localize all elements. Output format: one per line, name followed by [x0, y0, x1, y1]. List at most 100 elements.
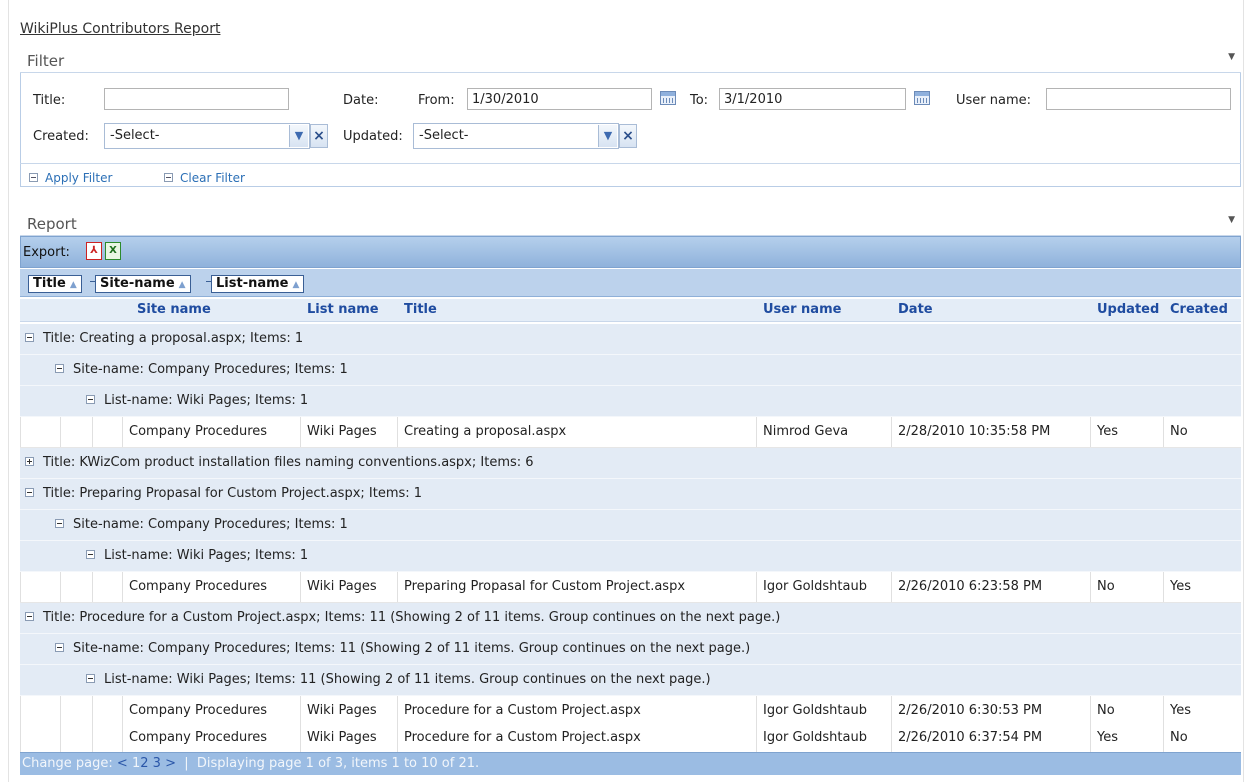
excel-export-icon[interactable]: X [105, 242, 121, 260]
date-filter-label: Date: [343, 93, 379, 108]
table-header-row: Site name List name Title User name Date… [20, 299, 1241, 322]
title-filter-input[interactable] [104, 88, 289, 110]
indent-cell [92, 723, 93, 753]
collapse-icon[interactable] [25, 333, 34, 342]
clear-updated-icon[interactable]: × [619, 124, 637, 148]
cell-user-name: Igor Goldshtaub [756, 723, 867, 753]
col-header-user-name[interactable]: User name [763, 302, 841, 317]
group-row-title: Title: Procedure for a Custom Project.as… [20, 603, 1241, 634]
cell-list-name: Wiki Pages [300, 417, 377, 447]
report-collapse-arrow-icon[interactable]: ▼ [1228, 215, 1235, 225]
pdf-export-icon[interactable]: ⅄ [86, 242, 102, 260]
page-link-1[interactable]: 1 [132, 756, 140, 771]
table-row[interactable]: Company Procedures Wiki Pages Preparing … [20, 572, 1241, 603]
cell-updated: Yes [1090, 723, 1118, 753]
filter-section-header[interactable]: Filter ▼ [20, 50, 1241, 73]
created-select[interactable]: -Select- ▼ [104, 123, 310, 149]
prev-page-link[interactable]: < [117, 756, 128, 771]
group-label: Title: KWizCom product installation file… [43, 455, 534, 470]
group-tag-label: List-name [216, 276, 289, 291]
col-header-list-name[interactable]: List name [307, 302, 379, 317]
sort-asc-icon[interactable]: ▲ [70, 280, 77, 290]
table-row[interactable]: Company Procedures Wiki Pages Procedure … [20, 723, 1241, 754]
col-header-site-name[interactable]: Site name [137, 302, 211, 317]
expand-box-icon [29, 173, 38, 182]
pager-separator: | [184, 756, 189, 771]
page-link-2[interactable]: 2 [140, 756, 148, 771]
collapse-icon[interactable] [86, 550, 95, 559]
group-label: List-name: Wiki Pages; Items: 11 (Showin… [104, 672, 711, 687]
group-row-list-name: List-name: Wiki Pages; Items: 11 (Showin… [20, 665, 1241, 696]
group-row-site-name: Site-name: Company Procedures; Items: 1 [20, 510, 1241, 541]
cell-created: Yes [1163, 696, 1191, 726]
cell-user-name: Igor Goldshtaub [756, 696, 867, 726]
indent-cell [20, 723, 21, 753]
sort-asc-icon[interactable]: ▲ [292, 280, 299, 290]
from-date-label: From: [418, 93, 455, 108]
collapse-icon[interactable] [86, 674, 95, 683]
group-label: Title: Procedure for a Custom Project.as… [43, 610, 781, 625]
pager-status: Displaying page 1 of 3, items 1 to 10 of… [196, 756, 480, 771]
group-tag-label: Site-name [100, 276, 175, 291]
cell-updated: Yes [1090, 417, 1118, 447]
collapse-icon[interactable] [25, 488, 34, 497]
group-tag-list-name[interactable]: List-name ▲ [211, 275, 305, 293]
cell-created: No [1163, 417, 1188, 447]
group-label: List-name: Wiki Pages; Items: 1 [104, 548, 309, 563]
page-link-3[interactable]: 3 [153, 756, 161, 771]
report-title-link[interactable]: WikiPlus Contributors Report [20, 21, 220, 37]
col-header-created[interactable]: Created [1170, 302, 1228, 317]
indent-cell [60, 723, 61, 753]
report-section-header[interactable]: Report ▼ [20, 213, 1241, 236]
collapse-icon[interactable] [55, 364, 64, 373]
group-label: Title: Creating a proposal.aspx; Items: … [43, 331, 304, 346]
updated-select[interactable]: -Select- ▼ [413, 123, 619, 149]
collapse-icon[interactable] [55, 643, 64, 652]
group-tag-site-name[interactable]: Site-name ▲ [95, 275, 191, 293]
created-filter-label: Created: [33, 129, 89, 144]
title-filter-label: Title: [33, 93, 66, 108]
col-header-updated[interactable]: Updated [1097, 302, 1159, 317]
group-label: Site-name: Company Procedures; Items: 1 [73, 517, 348, 532]
col-header-title[interactable]: Title [404, 302, 437, 317]
to-date-label: To: [690, 93, 709, 108]
from-calendar-icon[interactable] [660, 91, 676, 105]
cell-created: Yes [1163, 572, 1191, 602]
collapse-icon[interactable] [86, 395, 95, 404]
collapse-icon[interactable] [55, 519, 64, 528]
table-row[interactable]: Company Procedures Wiki Pages Creating a… [20, 417, 1241, 448]
group-row-title: Title: KWizCom product installation file… [20, 448, 1241, 479]
created-select-value: -Select- [110, 128, 160, 143]
cell-title: Procedure for a Custom Project.aspx [397, 723, 641, 753]
export-bar: Export: ⅄ X [20, 236, 1241, 268]
cell-date: 2/26/2010 6:30:53 PM [891, 696, 1042, 726]
collapse-icon[interactable] [25, 612, 34, 621]
expand-box-icon [164, 173, 173, 182]
username-filter-label: User name: [956, 93, 1032, 108]
indent-cell [92, 417, 93, 447]
group-by-bar: Title ▲ Site-name ▲ List-name ▲ [20, 269, 1241, 297]
group-row-title: Title: Preparing Propasal for Custom Pro… [20, 479, 1241, 510]
clear-created-icon[interactable]: × [310, 124, 328, 148]
from-date-input[interactable] [467, 88, 652, 110]
chevron-down-icon[interactable]: ▼ [289, 125, 308, 147]
username-filter-input[interactable] [1046, 88, 1231, 110]
clear-filter-link[interactable]: Clear Filter [164, 171, 245, 185]
filter-collapse-arrow-icon[interactable]: ▼ [1228, 52, 1235, 62]
cell-date: 2/28/2010 10:35:58 PM [891, 417, 1050, 447]
indent-cell [60, 417, 61, 447]
to-date-input[interactable] [719, 88, 906, 110]
group-tag-label: Title [33, 276, 66, 291]
cell-site-name: Company Procedures [122, 417, 267, 447]
cell-date: 2/26/2010 6:23:58 PM [891, 572, 1042, 602]
filter-heading: Filter [27, 52, 65, 70]
col-header-date[interactable]: Date [898, 302, 933, 317]
next-page-link[interactable]: > [165, 756, 176, 771]
expand-icon[interactable] [25, 457, 34, 466]
report-heading: Report [27, 215, 77, 233]
to-calendar-icon[interactable] [914, 91, 930, 105]
apply-filter-link[interactable]: Apply Filter [29, 171, 112, 185]
chevron-down-icon[interactable]: ▼ [598, 125, 617, 147]
sort-asc-icon[interactable]: ▲ [179, 280, 186, 290]
group-tag-title[interactable]: Title ▲ [28, 275, 82, 293]
